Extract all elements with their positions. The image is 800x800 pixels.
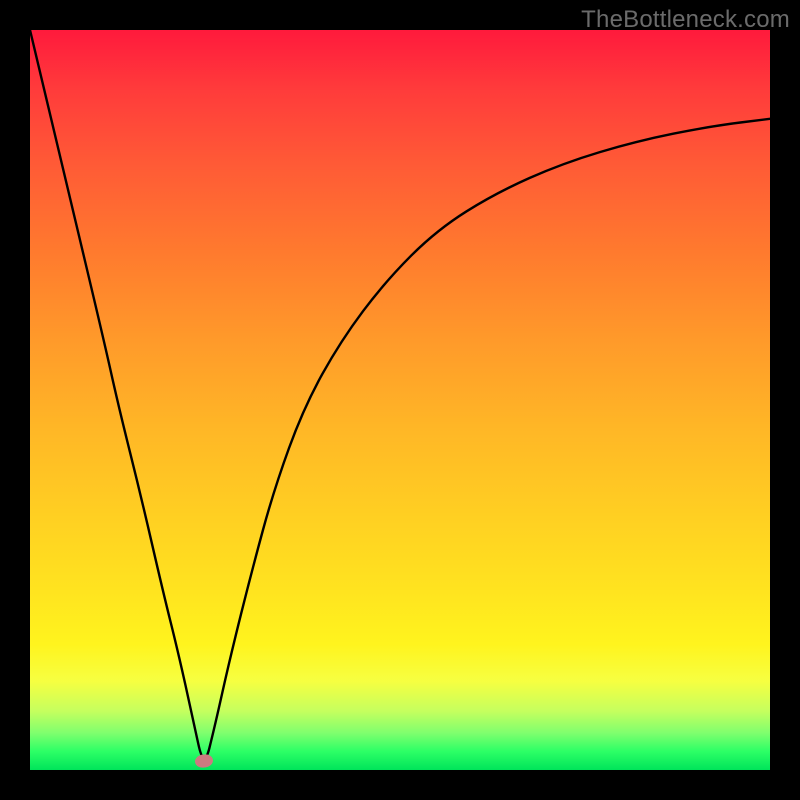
curve-svg bbox=[30, 30, 770, 770]
bottleneck-curve bbox=[30, 30, 770, 758]
plot-area bbox=[30, 30, 770, 770]
chart-frame: TheBottleneck.com bbox=[0, 0, 800, 800]
